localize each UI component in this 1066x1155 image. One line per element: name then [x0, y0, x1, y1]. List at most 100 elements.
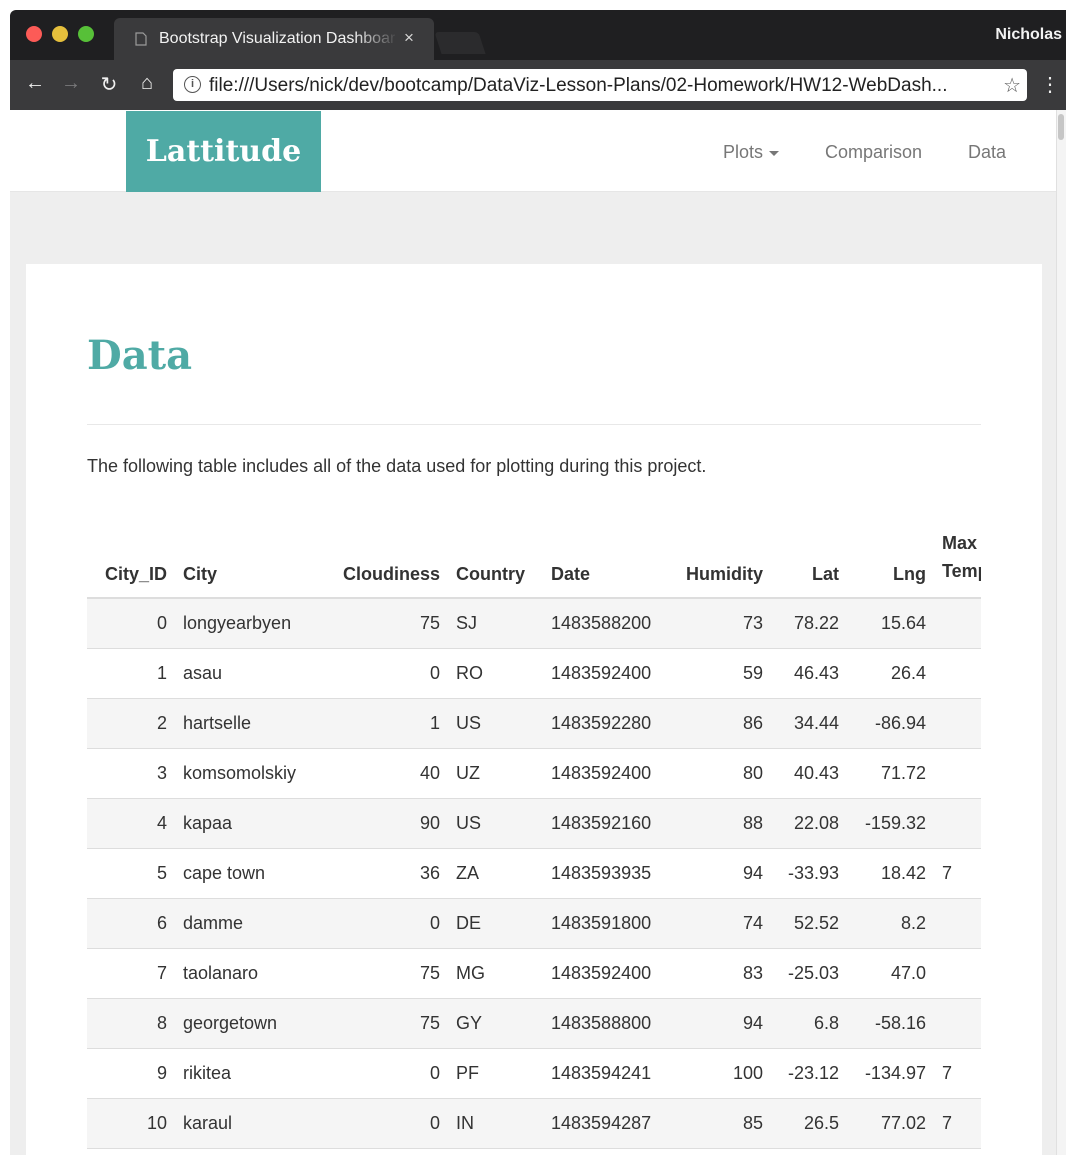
cell-country: SJ: [448, 598, 543, 649]
table-row[interactable]: 6 damme 0 DE 1483591800 74 52.52 8.2: [87, 898, 981, 949]
cell-humidity: 85: [658, 1098, 771, 1149]
address-bar[interactable]: i file:///Users/nick/dev/bootcamp/DataVi…: [173, 69, 1027, 101]
forward-icon[interactable]: →: [58, 72, 84, 95]
vertical-scrollbar[interactable]: [1056, 110, 1066, 1155]
cell-city: taolanaro: [175, 948, 325, 999]
cell-date: 1483588800: [543, 998, 658, 1049]
cell-max-temp: [934, 898, 981, 949]
cell-lng: 47.0: [847, 948, 934, 999]
cell-country: PF: [448, 1048, 543, 1099]
brand-logo[interactable]: Lattitude: [126, 111, 321, 192]
cell-lng: 15.64: [847, 598, 934, 649]
cell-city-id: 0: [87, 598, 175, 649]
cell-lng: -159.32: [847, 798, 934, 849]
cell-date: 1483592400: [543, 648, 658, 699]
cell-cloudiness: 75: [325, 998, 448, 1049]
cell-cloudiness: 36: [325, 848, 448, 899]
cell-country: GY: [448, 998, 543, 1049]
cell-country: US: [448, 798, 543, 849]
table-row[interactable]: 10 karaul 0 IN 1483594287 85 26.5 77.02 7: [87, 1098, 981, 1149]
header-humidity[interactable]: Humidity: [658, 526, 771, 599]
cell-cloudiness: 0: [325, 1098, 448, 1149]
cell-humidity: 86: [658, 698, 771, 749]
cell-cloudiness: 0: [325, 1048, 448, 1099]
cell-city-id: 6: [87, 898, 175, 949]
table-row[interactable]: 1 asau 0 RO 1483592400 59 46.43 26.4: [87, 648, 981, 699]
back-icon[interactable]: ←: [22, 72, 48, 95]
cell-humidity: 80: [658, 748, 771, 799]
intro-text: The following table includes all of the …: [87, 456, 707, 476]
table-row[interactable]: 0 longyearbyen 75 SJ 1483588200 73 78.22 15.64: [87, 598, 981, 649]
header-max-temp[interactable]: Max Temp: [934, 526, 981, 599]
cell-city: damme: [175, 898, 325, 949]
home-icon[interactable]: ⌂: [134, 72, 160, 95]
header-lat[interactable]: Lat: [771, 526, 847, 599]
cell-lat: -25.03: [771, 948, 847, 999]
cell-date: 1483592400: [543, 948, 658, 999]
header-cloudiness[interactable]: Cloudiness: [325, 526, 448, 599]
table-row[interactable]: 7 taolanaro 75 MG 1483592400 83 -25.03 47.0: [87, 948, 981, 999]
data-table-container[interactable]: City_ID City Cloudiness Country Date Hum…: [87, 526, 981, 1155]
table-row[interactable]: 4 kapaa 90 US 1483592160 88 22.08 -159.32: [87, 798, 981, 849]
nav-comparison[interactable]: Comparison: [825, 142, 922, 163]
cell-humidity: 100: [658, 1048, 771, 1099]
close-window-button[interactable]: [26, 26, 42, 42]
cell-city-id: 5: [87, 848, 175, 899]
url-text[interactable]: file:///Users/nick/dev/bootcamp/DataViz-…: [209, 75, 989, 97]
cell-date: 1483592160: [543, 798, 658, 849]
header-date[interactable]: Date: [543, 526, 658, 599]
cell-humidity: 94: [658, 998, 771, 1049]
cell-max-temp: [934, 648, 981, 699]
cell-cloudiness: 90: [325, 798, 448, 849]
cell-lng: 71.72: [847, 748, 934, 799]
cell-lng: 26.4: [847, 648, 934, 699]
nav-data[interactable]: Data: [968, 142, 1006, 163]
page-title: Data: [87, 332, 192, 379]
cell-cloudiness: 0: [325, 898, 448, 949]
cell-max-temp: [934, 748, 981, 799]
table-row[interactable]: 3 komsomolskiy 40 UZ 1483592400 80 40.43 71.72: [87, 748, 981, 799]
cell-city-id: 9: [87, 1048, 175, 1099]
minimize-window-button[interactable]: [52, 26, 68, 42]
bookmark-star-icon[interactable]: ☆: [1003, 73, 1021, 98]
cell-city-id: 8: [87, 998, 175, 1049]
table-row[interactable]: 9 rikitea 0 PF 1483594241 100 -23.12 -134.97 7: [87, 1048, 981, 1099]
cell-city-id: 1: [87, 648, 175, 699]
browser-tab[interactable]: Bootstrap Visualization Dashboard ×: [114, 18, 434, 60]
page-icon: [135, 32, 147, 46]
table-row[interactable]: 2 hartselle 1 US 1483592280 86 34.44 -86.94: [87, 698, 981, 749]
tab-title-fade: [354, 18, 398, 60]
cell-lat: -33.93: [771, 848, 847, 899]
cell-city-id: 7: [87, 948, 175, 999]
header-city[interactable]: City: [175, 526, 325, 599]
header-country[interactable]: Country: [448, 526, 543, 599]
cell-city: rikitea: [175, 1048, 325, 1099]
new-tab-button[interactable]: [434, 32, 486, 54]
cell-lat: 22.08: [771, 798, 847, 849]
close-tab-icon[interactable]: ×: [404, 28, 414, 48]
cell-city: komsomolskiy: [175, 748, 325, 799]
header-city-id[interactable]: City_ID: [87, 526, 175, 599]
profile-name[interactable]: Nicholas: [995, 26, 1062, 44]
cell-max-temp: [934, 698, 981, 749]
cell-max-temp: [934, 598, 981, 649]
cell-country: IN: [448, 1098, 543, 1149]
cell-date: 1483591800: [543, 898, 658, 949]
nav-plots-dropdown[interactable]: Plots: [723, 142, 780, 163]
cell-humidity: 59: [658, 648, 771, 699]
cell-lat: 6.8: [771, 998, 847, 1049]
reload-icon[interactable]: ↻: [96, 72, 122, 97]
info-icon[interactable]: i: [184, 76, 201, 93]
scrollbar-thumb[interactable]: [1058, 114, 1064, 140]
cell-max-temp: 7: [934, 848, 981, 899]
maximize-window-button[interactable]: [78, 26, 94, 42]
cell-max-temp: 7: [934, 1048, 981, 1099]
header-lng[interactable]: Lng: [847, 526, 934, 599]
browser-menu-icon[interactable]: ⋮: [1040, 72, 1060, 97]
table-row[interactable]: 5 cape town 36 ZA 1483593935 94 -33.93 18.42 7: [87, 848, 981, 899]
cell-country: US: [448, 698, 543, 749]
cell-city: georgetown: [175, 998, 325, 1049]
content-panel: Data The following table includes all of…: [26, 264, 1042, 1155]
table-row[interactable]: 8 georgetown 75 GY 1483588800 94 6.8 -58.16: [87, 998, 981, 1049]
table-body: 0 longyearbyen 75 SJ 1483588200 73 78.22 15.64 1…: [87, 598, 981, 1149]
